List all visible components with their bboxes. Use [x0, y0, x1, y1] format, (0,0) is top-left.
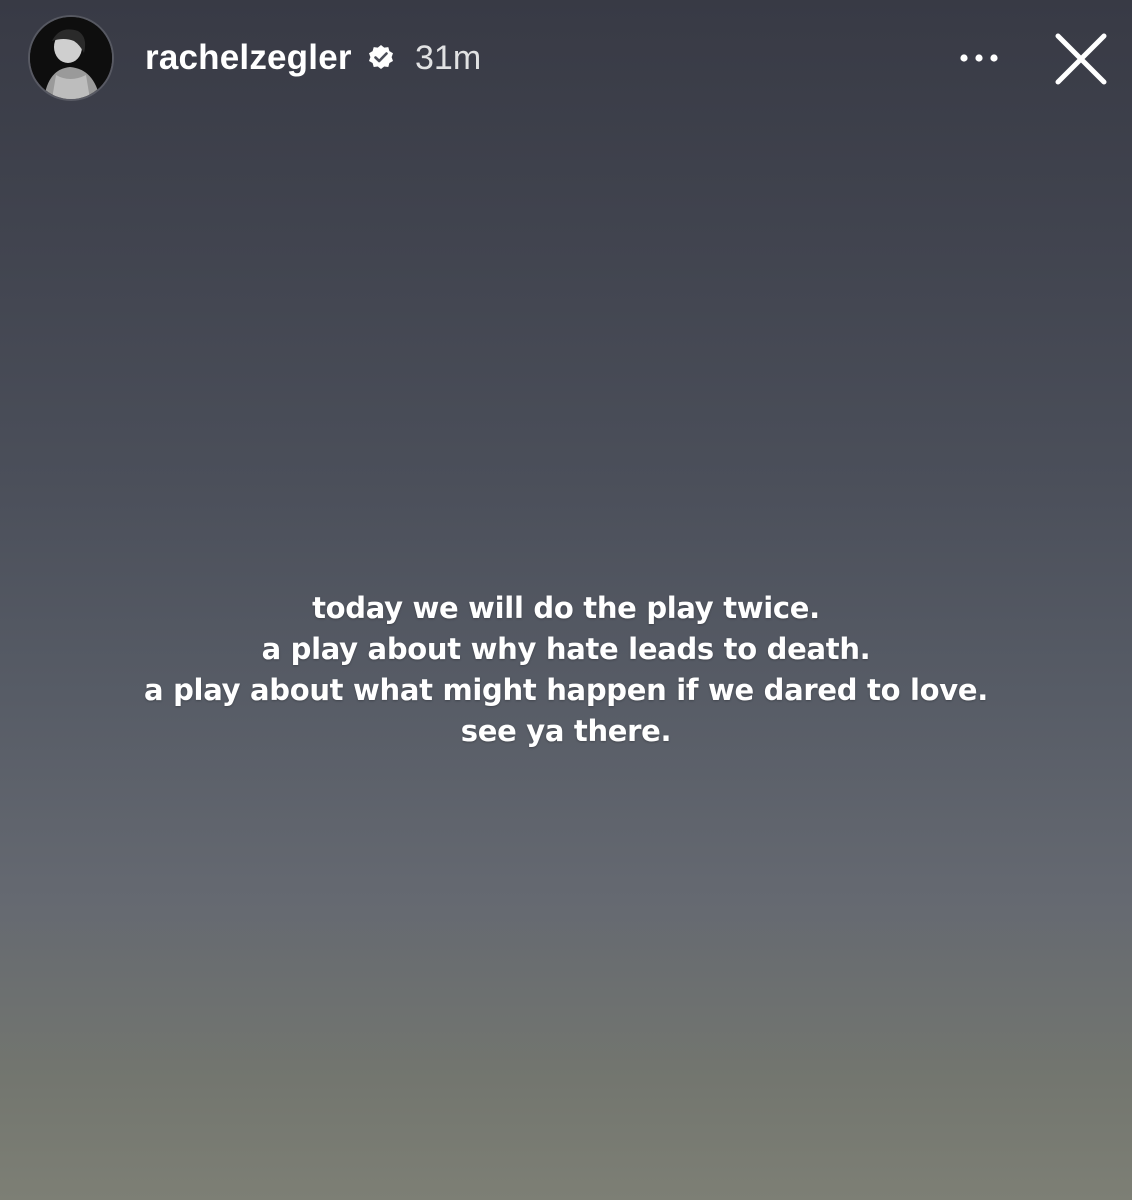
- caption-line: see ya there.: [460, 714, 672, 748]
- close-icon: [1055, 33, 1107, 85]
- profile-avatar[interactable]: [30, 17, 112, 99]
- caption-line: a play about why hate leads to death.: [261, 632, 871, 666]
- story-header: rachelzegler 31m: [0, 0, 1132, 120]
- caption-line: a play about what might happen if we dar…: [144, 673, 988, 707]
- more-options-icon: [960, 54, 998, 62]
- close-button[interactable]: [1052, 30, 1110, 88]
- avatar-photo: [30, 17, 112, 99]
- verified-badge-icon: [367, 44, 395, 72]
- story-caption: today we will do the play twice. a play …: [0, 588, 1132, 752]
- username-label[interactable]: rachelzegler: [145, 36, 352, 80]
- story-viewer[interactable]: rachelzegler 31m today we will do the pl…: [0, 0, 1132, 1200]
- more-options-button[interactable]: [952, 36, 1008, 80]
- caption-line: today we will do the play twice.: [312, 591, 820, 625]
- post-timestamp: 31m: [415, 39, 482, 77]
